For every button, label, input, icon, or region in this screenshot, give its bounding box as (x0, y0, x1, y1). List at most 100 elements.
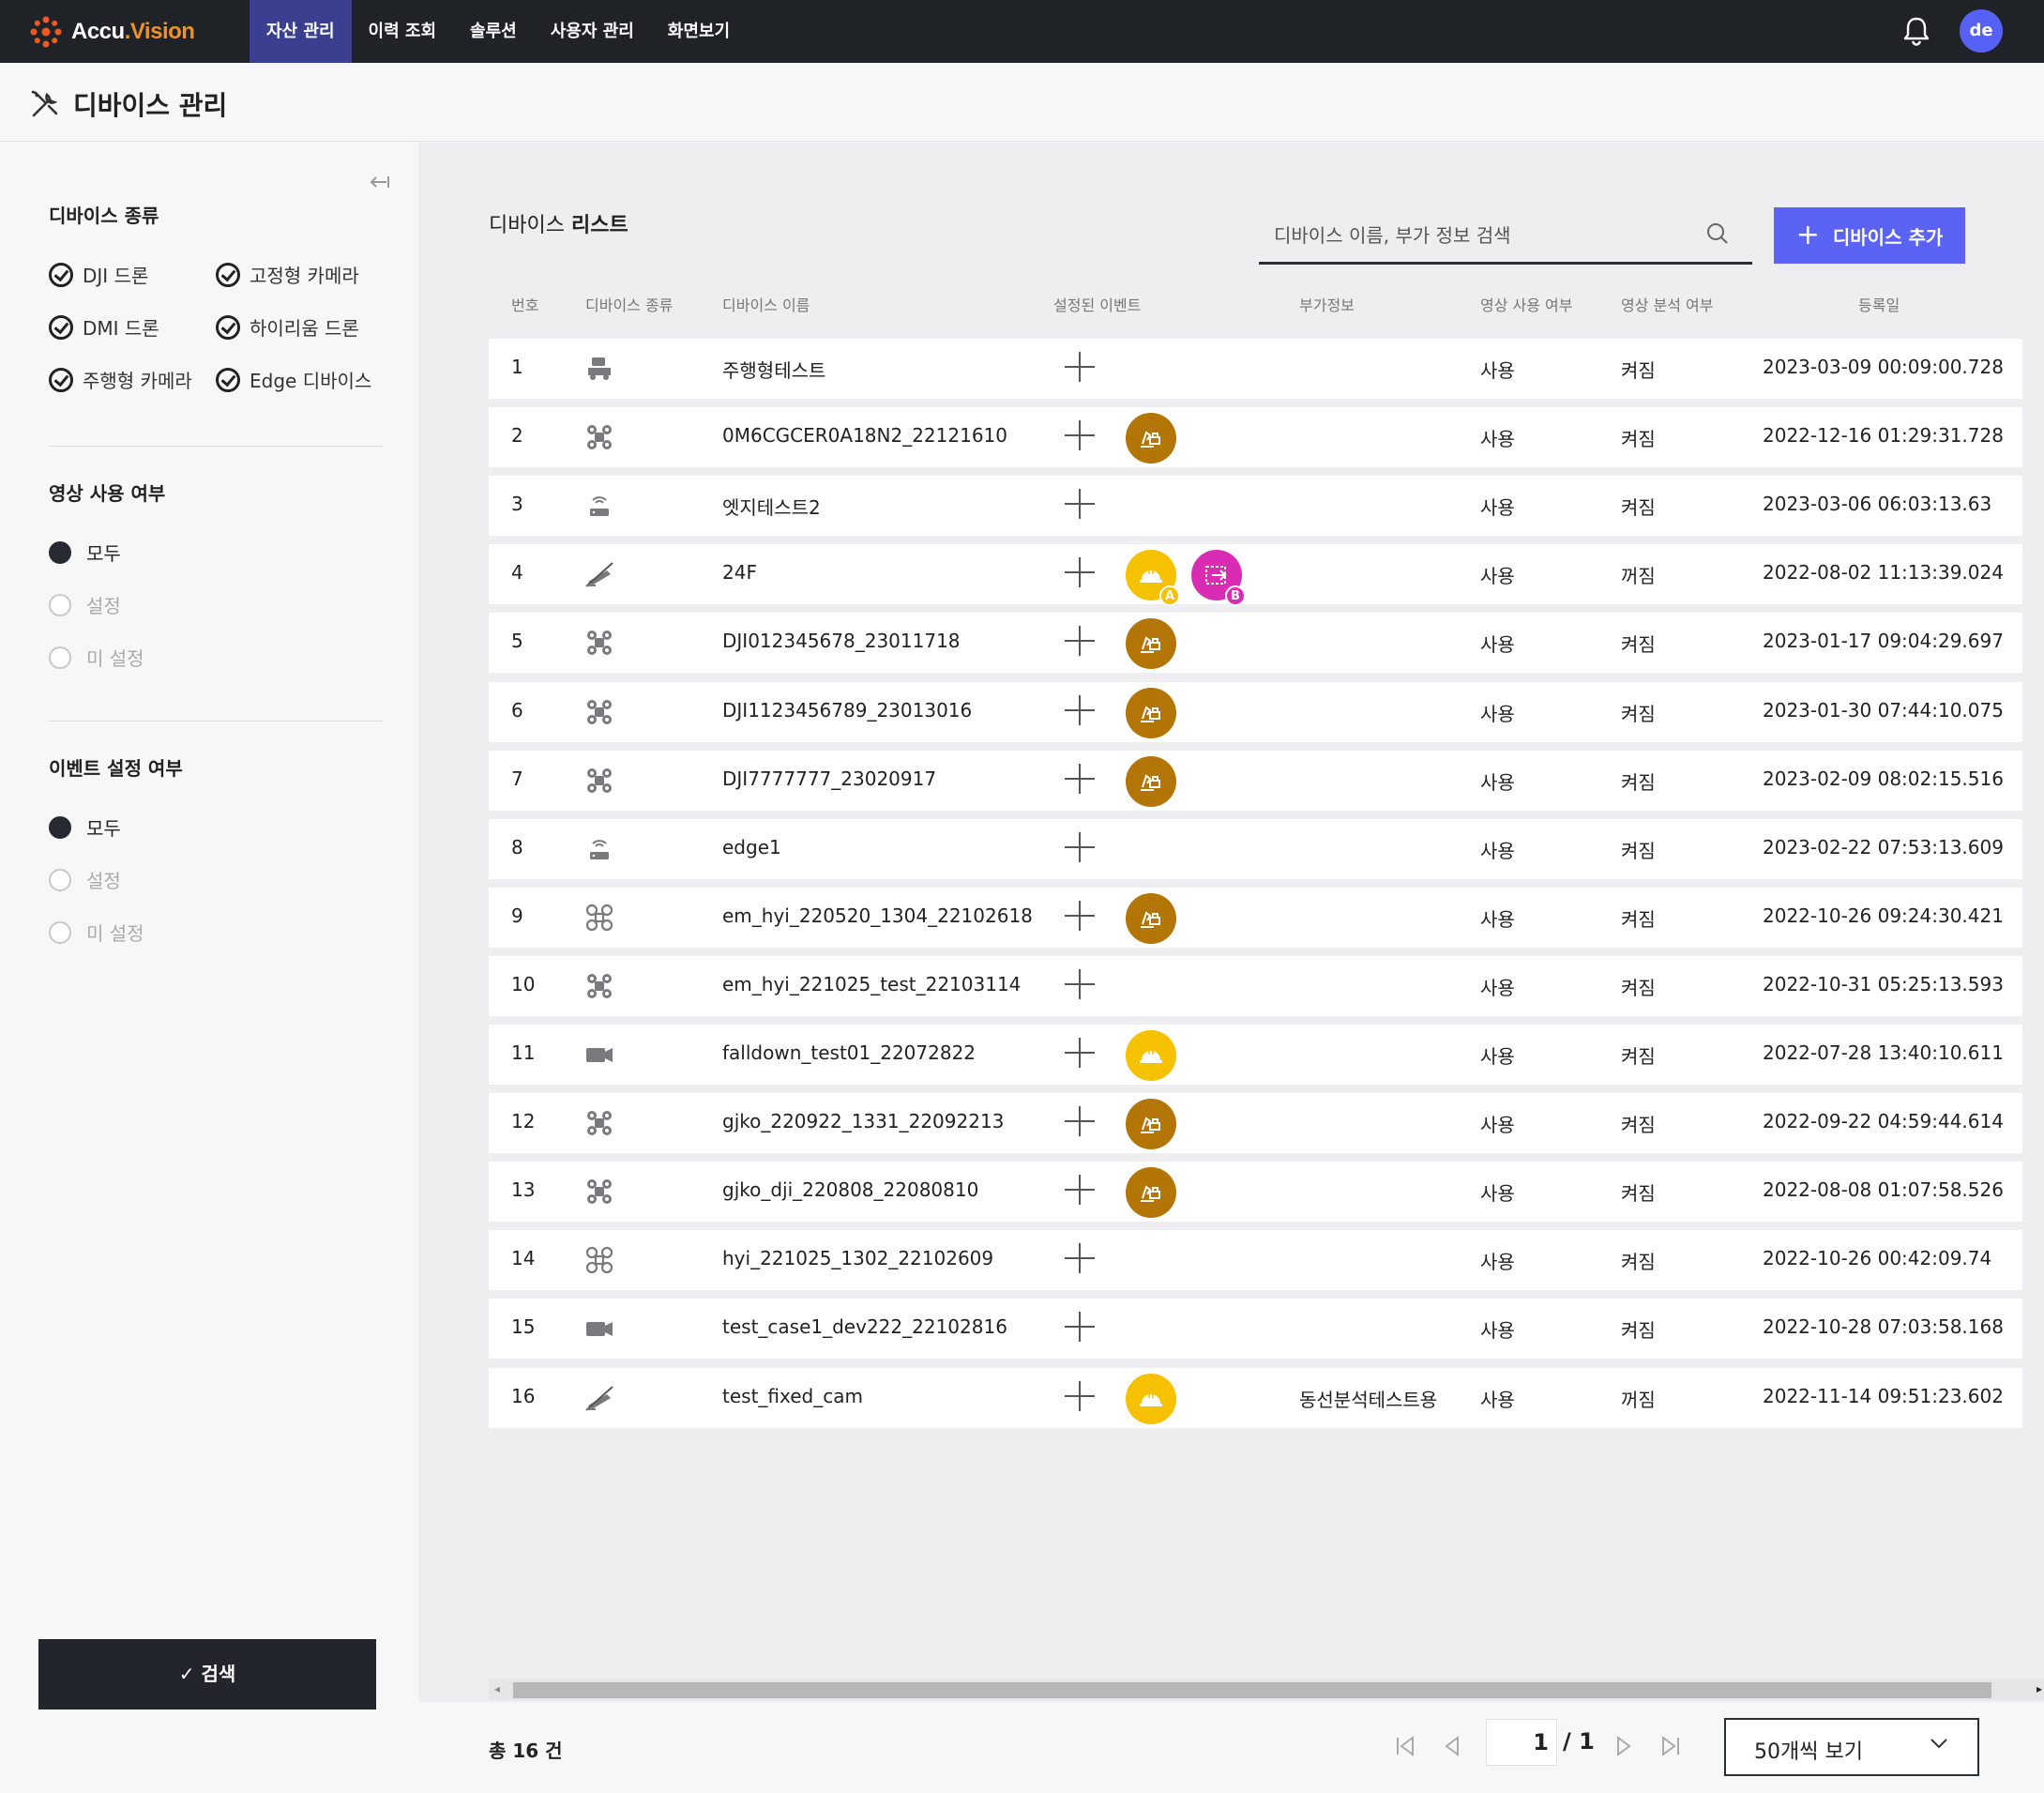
device-name[interactable]: 24F (722, 561, 757, 584)
event-set-radio[interactable]: 설정 (49, 866, 121, 893)
add-event-button[interactable] (1064, 556, 1096, 588)
add-event-button[interactable] (1064, 625, 1096, 657)
device-name[interactable]: 0M6CGCER0A18N2_22121610 (722, 424, 1007, 447)
table-row[interactable]: 4 24F A B 사용 꺼짐 2022-08-02 11:13:39.024 (489, 544, 2022, 607)
horizontal-scrollbar[interactable]: ◂ ▸ (489, 1679, 2044, 1700)
user-avatar[interactable]: de (1960, 9, 2003, 53)
filter-search-button[interactable]: ✓ 검색 (38, 1639, 376, 1709)
prev-page-icon[interactable] (1436, 1730, 1468, 1762)
col-device-name[interactable]: 디바이스 이름 (722, 293, 810, 315)
event-unset-radio[interactable]: 미 설정 (49, 919, 144, 946)
first-page-icon[interactable] (1389, 1730, 1421, 1762)
add-event-button[interactable] (1064, 831, 1096, 863)
col-registered-date[interactable]: 등록일 (1858, 293, 1900, 315)
table-row[interactable]: 1 주행형테스트 사용 켜짐 2023-03-09 00:09:00.728 (489, 339, 2022, 399)
nav-user-management[interactable]: 사용자 관리 (534, 0, 651, 63)
collapse-sidebar-icon[interactable] (366, 169, 392, 195)
table-row[interactable]: 9 em_hyi_220520_1304_22102618 사용 켜짐 2022-10-… (489, 887, 2022, 948)
scroll-right-icon[interactable]: ▸ (2036, 1682, 2042, 1695)
device-name[interactable]: falldown_test01_22072822 (722, 1041, 976, 1064)
add-event-button[interactable] (1064, 968, 1096, 1000)
filter-edge-device[interactable]: Edge 디바이스 (216, 366, 371, 393)
scroll-left-icon[interactable]: ◂ (494, 1682, 500, 1695)
video-use-unset-radio[interactable]: 미 설정 (49, 644, 144, 671)
table-row[interactable]: 8 edge1 사용 켜짐 2023-02-22 07:53:13.609 (489, 818, 2022, 879)
col-events[interactable]: 설정된 이벤트 (1053, 293, 1141, 315)
filter-dmi-drone[interactable]: DMI 드론 (49, 313, 159, 341)
add-event-button[interactable] (1064, 1311, 1096, 1343)
page-size-select[interactable]: 50개씩 보기 (1724, 1718, 1979, 1776)
zone-event-icon[interactable]: B (1191, 550, 1246, 607)
table-row[interactable]: 16 test_fixed_cam 동선분석테스트용 사용 꺼짐 2022-11-14 0… (489, 1367, 2022, 1428)
search-icon[interactable] (1705, 221, 1730, 246)
excavator-event-icon[interactable] (1126, 618, 1176, 670)
add-event-button[interactable] (1064, 763, 1096, 795)
helmet-event-icon[interactable] (1126, 1373, 1176, 1424)
video-use-all-radio[interactable]: 모두 (49, 539, 121, 566)
add-event-button[interactable] (1064, 1105, 1096, 1137)
excavator-event-icon[interactable] (1126, 687, 1176, 738)
excavator-event-icon[interactable] (1126, 413, 1176, 464)
add-event-button[interactable] (1064, 1380, 1096, 1412)
add-event-button[interactable] (1064, 694, 1096, 726)
table-row[interactable]: 3 엣지테스트2 사용 켜짐 2023-03-06 06:03:13.63 (489, 476, 2022, 537)
device-name[interactable]: gjko_dji_220808_22080810 (722, 1178, 978, 1201)
add-event-button[interactable] (1064, 488, 1096, 520)
device-name[interactable]: em_hyi_221025_test_22103114 (722, 973, 1021, 995)
device-name[interactable]: gjko_220922_1331_22092213 (722, 1110, 1004, 1132)
scrollbar-thumb[interactable] (513, 1682, 1991, 1698)
device-name[interactable]: DJI1123456789_23013016 (722, 699, 972, 722)
filter-fixed-camera[interactable]: 고정형 카메라 (216, 261, 359, 288)
excavator-event-icon[interactable] (1126, 892, 1176, 944)
excavator-event-icon[interactable] (1126, 755, 1176, 807)
current-page-input[interactable]: 1 (1486, 1719, 1557, 1766)
next-page-icon[interactable] (1608, 1730, 1640, 1762)
device-name[interactable]: DJI7777777_23020917 (722, 767, 936, 790)
table-row[interactable]: 5 DJI012345678_23011718 사용 켜짐 2023-01-17 09:… (489, 613, 2022, 674)
table-row[interactable]: 7 DJI7777777_23020917 사용 켜짐 2023-02-09 08:02… (489, 750, 2022, 811)
col-device-type[interactable]: 디바이스 종류 (585, 293, 673, 315)
table-row[interactable]: 6 DJI1123456789_23013016 사용 켜짐 2023-01-30 07… (489, 681, 2022, 742)
filter-dji-drone[interactable]: DJI 드론 (49, 261, 148, 288)
helmet-event-icon[interactable]: A (1126, 550, 1180, 607)
add-device-button[interactable]: + 디바이스 추가 (1774, 207, 1965, 264)
device-name[interactable]: hyi_221025_1302_22102609 (722, 1247, 993, 1269)
table-row[interactable]: 10 em_hyi_221025_test_22103114 사용 켜짐 2022-10… (489, 955, 2022, 1016)
excavator-event-icon[interactable] (1126, 1099, 1176, 1150)
device-name[interactable]: edge1 (722, 836, 781, 859)
table-row[interactable]: 12 gjko_220922_1331_22092213 사용 켜짐 2022-09-2… (489, 1093, 2022, 1154)
col-extra-info[interactable]: 부가정보 (1299, 293, 1355, 315)
bell-icon[interactable] (1899, 13, 1934, 49)
video-use-set-radio[interactable]: 설정 (49, 591, 121, 618)
filter-driving-camera[interactable]: 주행형 카메라 (49, 366, 192, 393)
nav-solutions[interactable]: 솔루션 (453, 0, 534, 63)
device-name[interactable]: DJI012345678_23011718 (722, 630, 961, 652)
add-event-button[interactable] (1064, 1037, 1096, 1069)
last-page-icon[interactable] (1655, 1730, 1687, 1762)
device-name[interactable]: test_case1_dev222_22102816 (722, 1315, 1007, 1338)
add-event-button[interactable] (1064, 419, 1096, 451)
filter-hyirium-drone[interactable]: 하이리움 드론 (216, 313, 359, 341)
event-all-radio[interactable]: 모두 (49, 813, 121, 841)
helmet-event-icon[interactable] (1126, 1030, 1176, 1081)
excavator-event-icon[interactable] (1126, 1167, 1176, 1219)
device-search-input[interactable] (1274, 221, 1687, 250)
nav-asset-management[interactable]: 자산 관리 (250, 0, 352, 63)
table-row[interactable]: 11 falldown_test01_22072822 사용 켜짐 2022-07-28… (489, 1025, 2022, 1085)
nav-screen-view[interactable]: 화면보기 (651, 0, 747, 63)
device-name[interactable]: em_hyi_220520_1304_22102618 (722, 904, 1033, 927)
col-video-use[interactable]: 영상 사용 여부 (1480, 293, 1573, 315)
device-name[interactable]: test_fixed_cam (722, 1385, 863, 1407)
add-event-button[interactable] (1064, 1174, 1096, 1206)
table-row[interactable]: 13 gjko_dji_220808_22080810 사용 켜짐 2022-08-08… (489, 1162, 2022, 1223)
table-row[interactable]: 15 test_case1_dev222_22102816 사용 켜짐 2022-10-… (489, 1299, 2022, 1360)
device-name[interactable]: 엣지테스트2 (722, 493, 821, 520)
add-event-button[interactable] (1064, 1242, 1096, 1274)
table-row[interactable]: 14 hyi_221025_1302_22102609 사용 켜짐 2022-10-26… (489, 1230, 2022, 1291)
nav-history[interactable]: 이력 조회 (352, 0, 454, 63)
add-event-button[interactable] (1064, 900, 1096, 932)
table-row[interactable]: 2 0M6CGCER0A18N2_22121610 사용 켜짐 2022-12-16 0… (489, 407, 2022, 468)
add-event-button[interactable] (1064, 351, 1096, 383)
app-logo[interactable]: Accu.Vision (28, 13, 195, 51)
device-name[interactable]: 주행형테스트 (722, 356, 825, 383)
